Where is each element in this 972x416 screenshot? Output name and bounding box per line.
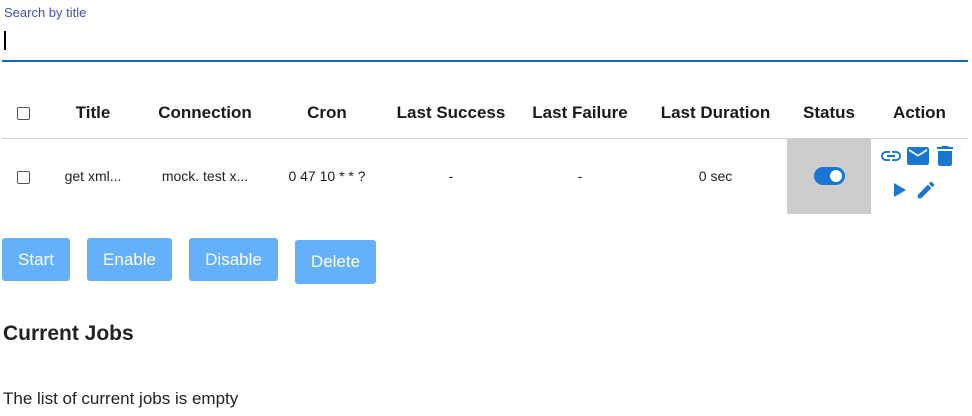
- cell-last-success: -: [448, 168, 454, 185]
- search-label: Search by title: [4, 5, 87, 20]
- disable-button[interactable]: Disable: [189, 238, 278, 281]
- text-caret: [4, 31, 6, 50]
- enable-button[interactable]: Enable: [87, 238, 172, 281]
- search-input[interactable]: [2, 28, 962, 54]
- cell-status: [787, 138, 871, 214]
- header-title[interactable]: Title: [44, 88, 142, 139]
- header-connection[interactable]: Connection: [142, 88, 268, 139]
- header-status[interactable]: Status: [787, 88, 871, 139]
- jobs-table: Title Connection Cron Last Success Last …: [2, 88, 968, 214]
- current-jobs-title: Current Jobs: [3, 322, 134, 345]
- delete-icon[interactable]: [936, 145, 954, 167]
- cell-last-failure: -: [577, 168, 583, 185]
- header-last-duration[interactable]: Last Duration: [644, 88, 787, 139]
- cell-last-duration: 0 sec: [698, 168, 733, 185]
- cell-connection: mock. test x...: [161, 168, 249, 185]
- header-cron[interactable]: Cron: [268, 88, 386, 139]
- cell-title: get xml...: [64, 168, 122, 185]
- search-field[interactable]: Search by title: [2, 0, 968, 62]
- header-last-failure[interactable]: Last Failure: [516, 88, 644, 139]
- mail-icon[interactable]: [906, 146, 930, 166]
- play-icon[interactable]: [893, 182, 907, 198]
- header-select-all[interactable]: [2, 88, 44, 139]
- header-action: Action: [871, 88, 968, 139]
- row-select-cell[interactable]: [2, 138, 44, 214]
- table-header-row: Title Connection Cron Last Success Last …: [2, 88, 968, 139]
- status-toggle[interactable]: [813, 167, 845, 186]
- current-jobs-empty-message: The list of current jobs is empty: [3, 389, 239, 408]
- row-checkbox[interactable]: [16, 171, 30, 185]
- header-last-success[interactable]: Last Success: [386, 88, 516, 139]
- delete-button[interactable]: Delete: [295, 240, 376, 284]
- cell-cron: 0 47 10 * * ?: [288, 168, 366, 185]
- toggle-knob: [829, 170, 842, 183]
- link-icon[interactable]: [879, 149, 903, 163]
- select-all-checkbox[interactable]: [16, 106, 30, 120]
- start-button[interactable]: Start: [2, 238, 70, 281]
- cell-action: [871, 138, 968, 214]
- table-row[interactable]: get xml... mock. test x... 0 47 10 * * ?…: [2, 138, 968, 214]
- edit-icon[interactable]: [915, 179, 937, 201]
